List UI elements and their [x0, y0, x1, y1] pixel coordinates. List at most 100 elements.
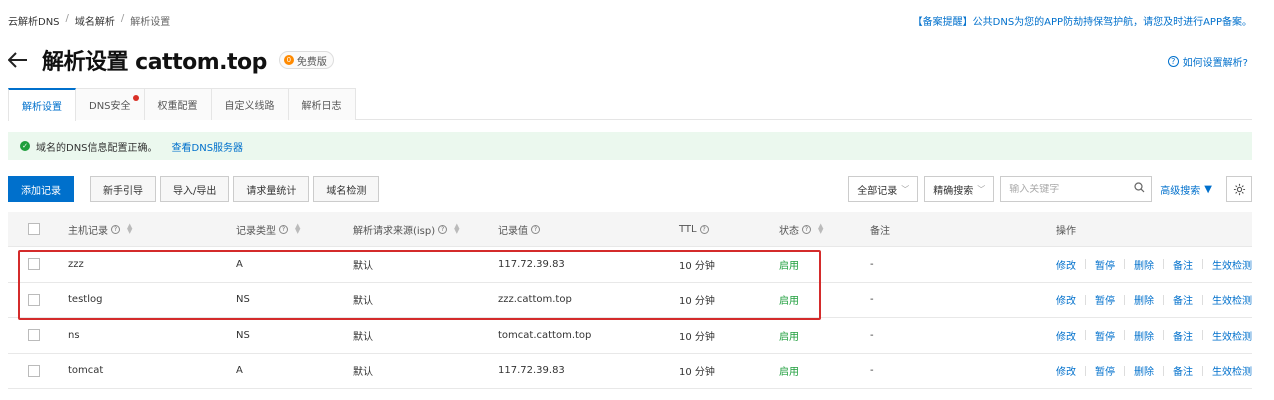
- cell-host: testlog: [68, 294, 103, 306]
- note-link[interactable]: 备注: [1173, 292, 1193, 307]
- note-link[interactable]: 备注: [1173, 257, 1193, 272]
- cell-ttl: 10 分钟: [679, 296, 715, 308]
- cell-ttl: 10 分钟: [679, 331, 715, 343]
- back-arrow-icon[interactable]: [8, 49, 30, 71]
- tab-weight-config[interactable]: 权重配置: [143, 88, 212, 120]
- search-icon[interactable]: [1134, 182, 1145, 196]
- table-row: tomcat A 默认 117.72.39.83 10 分钟 启用 - 修改 暂…: [8, 354, 1252, 389]
- question-icon[interactable]: ?: [699, 224, 709, 234]
- title-bar: 解析设置 cattom.top 0 免费版: [8, 44, 334, 76]
- question-icon[interactable]: ?: [279, 224, 288, 234]
- col-label: 备注: [870, 225, 890, 237]
- row-checkbox[interactable]: [28, 293, 40, 306]
- cell-host: ns: [68, 329, 80, 341]
- row-checkbox[interactable]: [28, 364, 40, 377]
- question-icon[interactable]: ?: [531, 224, 540, 234]
- col-type[interactable]: 记录类型? ▲ ▼: [236, 222, 353, 237]
- guide-button[interactable]: 新手引导: [90, 176, 156, 202]
- tab-label: 解析设置: [22, 102, 62, 113]
- question-icon: ?: [1167, 56, 1179, 67]
- sort-icon[interactable]: ▲ ▼: [127, 223, 132, 235]
- search-mode-select[interactable]: 精确搜索 ﹀: [924, 176, 995, 202]
- cell-value: 117.72.39.83: [498, 258, 565, 270]
- question-icon[interactable]: ?: [438, 224, 448, 234]
- note-link[interactable]: 备注: [1173, 363, 1193, 378]
- records-table: 主机记录? ▲ ▼ 记录类型? ▲ ▼ 解析请求来源(isp)? ▲ ▼ 记录值? TTL?…: [8, 212, 1252, 389]
- col-status[interactable]: 状态? ▲ ▼: [779, 222, 870, 237]
- row-checkbox[interactable]: [28, 329, 40, 342]
- request-stats-button[interactable]: 请求量统计: [233, 176, 310, 202]
- col-label: 状态: [779, 225, 799, 237]
- settings-gear-button[interactable]: [1226, 176, 1252, 202]
- advanced-search-link[interactable]: 高级搜索 ▼: [1160, 182, 1212, 197]
- pause-link[interactable]: 暂停: [1095, 292, 1115, 307]
- help-link[interactable]: ? 如何设置解析?: [1167, 54, 1248, 69]
- breadcrumb-item-domain[interactable]: 域名解析: [75, 13, 115, 28]
- edit-link[interactable]: 修改: [1056, 257, 1076, 272]
- import-export-button[interactable]: 导入/导出: [160, 176, 230, 202]
- select-all-checkbox[interactable]: [28, 223, 40, 235]
- cell-host: zzz: [68, 258, 84, 270]
- delete-link[interactable]: 删除: [1134, 292, 1154, 307]
- effect-check-link[interactable]: 生效检测: [1212, 257, 1252, 272]
- search-input[interactable]: [1009, 183, 1135, 195]
- col-host[interactable]: 主机记录? ▲ ▼: [68, 222, 236, 237]
- sort-icon[interactable]: ▲ ▼: [454, 223, 459, 235]
- gear-icon: [1233, 183, 1245, 195]
- divider: [1124, 330, 1125, 341]
- tab-dns-settings[interactable]: 解析设置: [8, 88, 76, 121]
- row-select-cell: [8, 364, 68, 377]
- divider: [1085, 330, 1086, 341]
- divider: [1163, 294, 1164, 305]
- config-status-alert: ✓ 域名的DNS信息配置正确。 查看DNS服务器: [8, 132, 1252, 160]
- edit-link[interactable]: 修改: [1056, 292, 1076, 307]
- edit-link[interactable]: 修改: [1056, 328, 1076, 343]
- row-actions: 修改 暂停 删除 备注 生效检测: [1056, 363, 1252, 378]
- sort-icon[interactable]: ▲ ▼: [295, 223, 300, 235]
- tab-dns-security[interactable]: DNS安全: [75, 88, 145, 120]
- question-icon[interactable]: ?: [111, 224, 120, 234]
- col-label: TTL: [679, 223, 697, 235]
- edit-link[interactable]: 修改: [1056, 363, 1076, 378]
- delete-link[interactable]: 删除: [1134, 328, 1154, 343]
- effect-check-link[interactable]: 生效检测: [1212, 363, 1252, 378]
- pause-link[interactable]: 暂停: [1095, 328, 1115, 343]
- divider: [1085, 365, 1086, 376]
- caret-down-icon: ▼: [1204, 183, 1212, 195]
- col-isp[interactable]: 解析请求来源(isp)? ▲ ▼: [353, 222, 498, 237]
- table-row: ns NS 默认 tomcat.cattom.top 10 分钟 启用 - 修改…: [8, 318, 1252, 354]
- pause-link[interactable]: 暂停: [1095, 363, 1115, 378]
- divider: [1124, 294, 1125, 305]
- question-icon[interactable]: ?: [802, 224, 811, 234]
- effect-check-link[interactable]: 生效检测: [1212, 292, 1252, 307]
- effect-check-link[interactable]: 生效检测: [1212, 328, 1252, 343]
- tab-label: 解析日志: [301, 101, 342, 112]
- tab-custom-line[interactable]: 自定义线路: [210, 88, 289, 120]
- view-dns-servers-link[interactable]: 查看DNS服务器: [172, 139, 244, 154]
- search-box: [1000, 176, 1153, 202]
- alert-text: 域名的DNS信息配置正确。: [36, 142, 158, 154]
- pause-link[interactable]: 暂停: [1095, 257, 1115, 272]
- col-note: 备注: [870, 222, 1056, 237]
- cell-status: 启用: [779, 296, 799, 308]
- filing-notice[interactable]: 【备案提醒】公共DNS为您的APP防劫持保驾护航，请您及时进行APP备案。: [913, 13, 1252, 28]
- cell-isp: 默认: [353, 260, 373, 272]
- cell-status: 启用: [779, 260, 799, 272]
- domain-check-button[interactable]: 域名检测: [313, 176, 380, 202]
- table-row: zzz A 默认 117.72.39.83 10 分钟 启用 - 修改 暂停 删…: [8, 247, 1252, 283]
- row-checkbox[interactable]: [28, 258, 40, 271]
- cell-ttl: 10 分钟: [679, 367, 715, 379]
- delete-link[interactable]: 删除: [1134, 363, 1154, 378]
- select-value: 全部记录: [857, 185, 898, 197]
- divider: [1202, 330, 1203, 341]
- add-record-button[interactable]: 添加记录: [8, 176, 74, 202]
- record-filter-select[interactable]: 全部记录 ﹀: [848, 176, 919, 202]
- select-all-cell: [8, 223, 68, 235]
- note-link[interactable]: 备注: [1173, 328, 1193, 343]
- tab-bar: 解析设置 DNS安全 权重配置 自定义线路 解析日志: [8, 88, 1252, 121]
- tab-dns-log[interactable]: 解析日志: [287, 88, 356, 120]
- delete-link[interactable]: 删除: [1134, 257, 1154, 272]
- sort-icon[interactable]: ▲ ▼: [818, 223, 823, 235]
- breadcrumb-item-dns[interactable]: 云解析DNS: [8, 13, 60, 28]
- divider: [1124, 259, 1125, 270]
